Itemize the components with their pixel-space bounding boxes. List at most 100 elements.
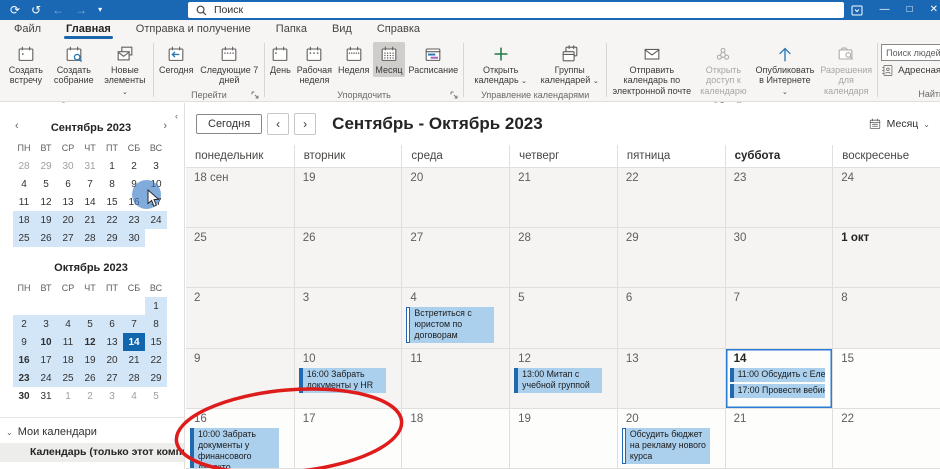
day-cell[interactable]: 20 (401, 168, 509, 228)
mini-day[interactable]: 4 (57, 315, 79, 333)
mini-day[interactable]: 15 (145, 333, 167, 351)
mini-day[interactable]: 28 (13, 157, 35, 175)
mini-day[interactable]: 4 (123, 387, 145, 405)
dialog-launcher-icon[interactable] (450, 91, 458, 99)
new-meeting-button[interactable]: Создать собрание (50, 42, 98, 88)
day-cell[interactable]: 21 (725, 409, 833, 469)
day-cell[interactable]: 20Обсудить бюджет на рекламу нового курс… (617, 409, 725, 469)
day-cell[interactable]: 19 (509, 409, 617, 469)
close-icon[interactable]: ✕ (930, 5, 938, 15)
mini-day[interactable]: 3 (35, 315, 57, 333)
mini-day[interactable]: 26 (79, 369, 101, 387)
dialog-launcher-icon[interactable] (251, 91, 259, 99)
mini-prev-month-icon[interactable]: ‹ (15, 120, 19, 132)
day-cell[interactable]: 22 (617, 168, 725, 228)
mini-day[interactable]: 15 (101, 193, 123, 211)
mini-day[interactable]: 1 (145, 297, 167, 315)
mini-day[interactable]: 8 (145, 315, 167, 333)
mini-day[interactable]: 2 (13, 315, 35, 333)
next-period-button[interactable]: › (294, 113, 316, 135)
mini-day[interactable]: 31 (35, 387, 57, 405)
day-cell[interactable]: 1 окт (832, 228, 940, 288)
mini-day[interactable]: 8 (101, 175, 123, 193)
mini-day[interactable]: 29 (101, 229, 123, 247)
mini-day[interactable]: 21 (79, 211, 101, 229)
mini-day[interactable]: 25 (57, 369, 79, 387)
email-calendar-button[interactable]: Отправить календарь по электронной почте (610, 42, 693, 98)
day-cell[interactable]: 15 (832, 349, 940, 409)
tab-view[interactable]: Вид (330, 21, 354, 38)
day-cell[interactable]: 22 (832, 409, 940, 469)
day-cell[interactable]: 25 (186, 228, 294, 288)
mini-day[interactable]: 19 (79, 351, 101, 369)
mini-day[interactable]: 3 (101, 387, 123, 405)
mini-day[interactable]: 20 (101, 351, 123, 369)
calendar-event[interactable]: Обсудить бюджет на рекламу нового курса (622, 428, 710, 464)
tab-file[interactable]: Файл (12, 21, 43, 38)
mini-day[interactable]: 14 (79, 193, 101, 211)
day-cell[interactable]: 29 (617, 228, 725, 288)
work-week-view-button[interactable]: Рабочая неделя (295, 42, 334, 88)
sync-icon[interactable]: ⟳ (10, 4, 20, 16)
address-book-button[interactable]: Адресная книга (881, 64, 940, 77)
today-ribbon-button[interactable]: Сегодня (157, 42, 196, 77)
mini-day[interactable]: 23 (123, 211, 145, 229)
mini-day[interactable]: 9 (123, 175, 145, 193)
day-cell[interactable]: 5 (509, 288, 617, 348)
mini-day[interactable]: 19 (35, 211, 57, 229)
calendar-event[interactable]: 11:00 Обсудить с Елен... (730, 368, 826, 382)
previous-period-button[interactable]: ‹ (267, 113, 289, 135)
mini-day[interactable]: 2 (123, 157, 145, 175)
calendar-event[interactable]: 13:00 Митап с учебной группой (514, 368, 602, 393)
mini-day[interactable]: 28 (79, 229, 101, 247)
tab-help[interactable]: Справка (375, 21, 422, 38)
undo-icon[interactable]: ↺ (31, 4, 41, 16)
day-cell[interactable]: 24 (832, 168, 940, 228)
day-cell[interactable]: 18 (401, 409, 509, 469)
mini-day[interactable]: 13 (101, 333, 123, 351)
mini-day[interactable]: 21 (123, 351, 145, 369)
day-view-button[interactable]: День (268, 42, 293, 77)
mini-next-month-icon[interactable]: › (163, 120, 167, 132)
mini-day[interactable]: 3 (145, 157, 167, 175)
mini-day[interactable]: 12 (79, 333, 101, 351)
mini-day[interactable]: 27 (57, 229, 79, 247)
mini-day[interactable]: 24 (35, 369, 57, 387)
search-bar[interactable]: Поиск (188, 2, 844, 18)
qat-customize-icon[interactable]: ▾ (98, 6, 102, 14)
day-cell[interactable]: 1016:00 Забрать документы у HR (294, 349, 402, 409)
calendar-event[interactable]: 10:00 Забрать документы у финансового ди… (190, 428, 279, 469)
mini-day[interactable]: 12 (35, 193, 57, 211)
mini-day[interactable]: 29 (35, 157, 57, 175)
day-cell[interactable]: 4Встретиться с юристом по договорам (401, 288, 509, 348)
day-cell[interactable]: 23 (725, 168, 833, 228)
mini-day[interactable]: 26 (35, 229, 57, 247)
mini-day[interactable]: 9 (13, 333, 35, 351)
schedule-view-button[interactable]: Расписание (407, 42, 461, 77)
mini-day[interactable]: 16 (123, 193, 145, 211)
day-cell[interactable]: 1411:00 Обсудить с Елен...17:00 Провести… (725, 349, 833, 409)
new-items-button[interactable]: Новые элементы ⌄ (100, 42, 150, 99)
day-cell[interactable]: 3 (294, 288, 402, 348)
mini-day[interactable]: 29 (145, 369, 167, 387)
day-cell[interactable]: 1610:00 Забрать документы у финансового … (186, 409, 294, 469)
next-7-days-button[interactable]: Следующие 7 дней (198, 42, 262, 88)
mini-day[interactable]: 22 (145, 351, 167, 369)
day-cell[interactable]: 17 (294, 409, 402, 469)
ribbon-display-icon[interactable] (851, 5, 863, 16)
day-cell[interactable]: 11 (401, 349, 509, 409)
calendar-event[interactable]: 16:00 Забрать документы у HR (299, 368, 387, 393)
mini-day[interactable]: 6 (101, 315, 123, 333)
new-appointment-button[interactable]: Создать встречу (4, 42, 48, 88)
mini-day[interactable]: 6 (57, 175, 79, 193)
mini-day[interactable]: 5 (35, 175, 57, 193)
calendar-groups-button[interactable]: Группы календарей ⌄ (536, 42, 603, 88)
mini-day[interactable]: 20 (57, 211, 79, 229)
calendar-event[interactable]: Встретиться с юристом по договорам (406, 307, 494, 343)
mini-day[interactable]: 24 (145, 211, 167, 229)
mini-day[interactable]: 5 (79, 315, 101, 333)
mini-day[interactable]: 31 (79, 157, 101, 175)
mini-day[interactable]: 27 (101, 369, 123, 387)
mini-day[interactable]: 7 (79, 175, 101, 193)
people-search-input[interactable] (881, 44, 940, 61)
